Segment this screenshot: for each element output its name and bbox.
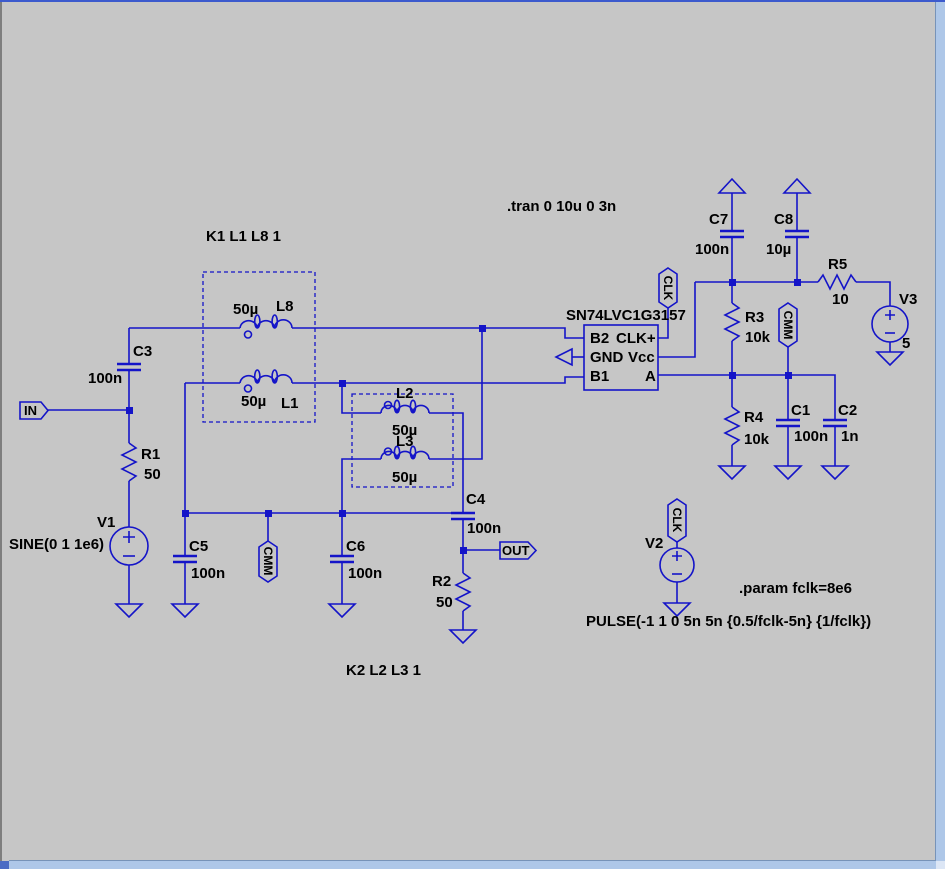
net-label-cmm-top: CMM	[782, 311, 794, 340]
capacitor-c8[interactable]	[785, 231, 809, 237]
component-value-c5[interactable]: 100n	[191, 566, 225, 581]
capacitor-c4[interactable]	[451, 513, 475, 519]
phase-dot	[245, 331, 252, 338]
ground-icon	[822, 466, 848, 479]
ground-icon	[116, 604, 142, 617]
component-label-v2[interactable]: V2	[645, 536, 663, 551]
net-label-cmm-bottom: CMM	[262, 547, 274, 576]
gnd-arrow-icon	[556, 349, 572, 365]
spice-directive-param[interactable]: .param fclk=8e6	[739, 581, 852, 596]
ic-pin-clk: CLK+	[616, 331, 656, 346]
horizontal-scrollbar[interactable]	[9, 860, 936, 869]
component-label-c2[interactable]: C2	[838, 403, 857, 418]
resistor-r5[interactable]	[818, 275, 856, 289]
window-left-border	[0, 2, 2, 861]
component-value-c2[interactable]: 1n	[841, 429, 859, 444]
ground-icon	[877, 352, 903, 365]
voltage-source-v1[interactable]	[110, 527, 148, 565]
component-value-l8[interactable]: 50µ	[233, 302, 258, 317]
ic-pin-a: A	[645, 369, 656, 384]
resistor-r3[interactable]	[725, 303, 739, 341]
ground-up-icon	[784, 179, 810, 193]
capacitor-c6[interactable]	[330, 556, 354, 562]
component-value-r1[interactable]: 50	[144, 467, 161, 482]
ic-title[interactable]: SN74LVC1G3157	[566, 308, 686, 323]
component-label-l2[interactable]: L2	[396, 386, 414, 401]
spice-directive-tran[interactable]: .tran 0 10u 0 3n	[507, 199, 616, 214]
coupling-directive-k2[interactable]: K2 L2 L3 1	[346, 663, 421, 678]
component-label-v1[interactable]: V1	[97, 515, 115, 530]
component-value-r4[interactable]: 10k	[744, 432, 769, 447]
net-label-clk-v2: CLK	[671, 508, 683, 533]
component-value-r3[interactable]: 10k	[745, 330, 770, 345]
component-label-v3[interactable]: V3	[899, 292, 917, 307]
component-label-c1[interactable]: C1	[791, 403, 810, 418]
port-label-in: IN	[24, 404, 37, 417]
phase-dot	[245, 385, 252, 392]
ic-pin-gnd: GND	[590, 350, 623, 365]
component-value-c3[interactable]: 100n	[88, 371, 122, 386]
component-label-r5[interactable]: R5	[828, 257, 847, 272]
component-value-c7[interactable]: 100n	[695, 242, 729, 257]
ground-icon	[450, 630, 476, 643]
coupling-directive-k1[interactable]: K1 L1 L8 1	[206, 229, 281, 244]
component-label-l1[interactable]: L1	[281, 396, 299, 411]
ground-icon	[329, 604, 355, 617]
component-value-c6[interactable]: 100n	[348, 566, 382, 581]
ground-icon	[775, 466, 801, 479]
component-label-c3[interactable]: C3	[133, 344, 152, 359]
resistor-r1[interactable]	[122, 443, 136, 481]
inductor-l2[interactable]	[381, 400, 429, 413]
inductor-l1[interactable]	[240, 370, 292, 392]
component-label-c7[interactable]: C7	[709, 212, 728, 227]
component-value-c1[interactable]: 100n	[794, 429, 828, 444]
resistor-r4[interactable]	[725, 407, 739, 445]
component-value-l3[interactable]: 50µ	[392, 470, 417, 485]
capacitor-c2[interactable]	[823, 420, 847, 426]
ground-up-icon	[719, 179, 745, 193]
component-value-r2[interactable]: 50	[436, 595, 453, 610]
capacitor-c7[interactable]	[720, 231, 744, 237]
component-label-c4[interactable]: C4	[466, 492, 485, 507]
wire-net[interactable]	[47, 193, 890, 630]
capacitor-c5[interactable]	[173, 556, 197, 562]
component-label-c5[interactable]: C5	[189, 539, 208, 554]
component-value-l1[interactable]: 50µ	[241, 394, 266, 409]
scrollbar-left-corner	[0, 861, 9, 869]
schematic-canvas[interactable]: K1 L1 L8 1 K2 L2 L3 1 .tran 0 10u 0 3n .…	[0, 0, 945, 869]
port-label-out: OUT	[502, 544, 529, 557]
component-value-c8[interactable]: 10µ	[766, 242, 791, 257]
ic-pin-b2: B2	[590, 331, 609, 346]
component-value-v2[interactable]: PULSE(-1 1 0 5n 5n {0.5/fclk-5n} {1/fclk…	[586, 614, 871, 629]
component-value-v1[interactable]: SINE(0 1 1e6)	[9, 537, 104, 552]
vertical-scrollbar[interactable]	[935, 2, 945, 861]
component-label-c8[interactable]: C8	[774, 212, 793, 227]
ground-icon	[172, 604, 198, 617]
net-label-clk-top: CLK	[662, 276, 674, 301]
component-label-r3[interactable]: R3	[745, 310, 764, 325]
inductor-l8[interactable]	[240, 315, 292, 338]
component-label-r4[interactable]: R4	[744, 410, 763, 425]
component-label-r2[interactable]: R2	[432, 574, 451, 589]
ic-pin-b1: B1	[590, 369, 609, 384]
scrollbar-corner	[936, 861, 945, 869]
component-label-c6[interactable]: C6	[346, 539, 365, 554]
component-value-c4[interactable]: 100n	[467, 521, 501, 536]
ground-icon	[719, 466, 745, 479]
component-label-r1[interactable]: R1	[141, 447, 160, 462]
voltage-source-v2[interactable]	[660, 548, 694, 582]
component-label-l3[interactable]: L3	[396, 434, 414, 449]
resistor-r2[interactable]	[456, 573, 470, 611]
window-top-border	[0, 0, 945, 2]
ic-pin-vcc: Vcc	[628, 350, 655, 365]
capacitor-c1[interactable]	[776, 420, 800, 426]
component-value-v3[interactable]: 5	[902, 336, 910, 351]
component-label-l8[interactable]: L8	[276, 299, 294, 314]
component-value-r5[interactable]: 10	[832, 292, 849, 307]
